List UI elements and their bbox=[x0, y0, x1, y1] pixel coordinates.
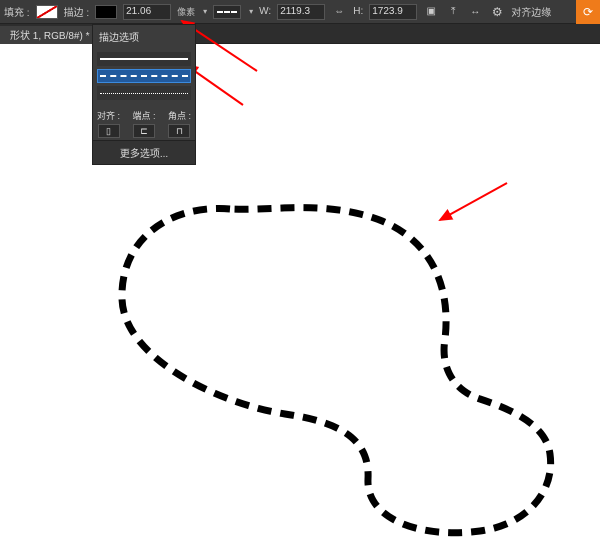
stroke-options-controls: 对齐 : ▯ 端点 : ⊏ 角点 : ⊓ bbox=[93, 107, 195, 140]
stroke-style-dotted[interactable] bbox=[97, 86, 191, 100]
options-toolbar: 填充 : 描边 : 像素 ▾ ▾ W: ⇔ H: ▣ ⤒ ↔ ⚙ 对齐边缘 ⟳ bbox=[0, 0, 600, 24]
stroke-width-dropdown-icon[interactable]: ▾ bbox=[203, 7, 207, 16]
stroke-align-button[interactable]: ▯ bbox=[98, 124, 120, 138]
dashed-shape[interactable] bbox=[110, 189, 570, 549]
stroke-style-dashed[interactable] bbox=[97, 69, 191, 83]
width-label: W: bbox=[259, 6, 271, 17]
stroke-style-dropdown-icon[interactable]: ▾ bbox=[249, 7, 253, 16]
stroke-caps-button[interactable]: ⊏ bbox=[133, 124, 155, 138]
more-options-button[interactable]: 更多选项... bbox=[93, 140, 195, 164]
document-tab-label: 形状 1, RGB/8#) * bbox=[10, 27, 89, 42]
stroke-align-label: 对齐 : bbox=[97, 109, 120, 122]
stroke-style-list bbox=[93, 48, 195, 107]
stroke-style-solid[interactable] bbox=[97, 52, 191, 66]
arrange-icon[interactable]: ↔ bbox=[467, 4, 483, 20]
gear-icon[interactable]: ⚙ bbox=[489, 4, 505, 20]
fill-swatch[interactable] bbox=[36, 5, 58, 19]
align-edges-label[interactable]: 对齐边缘 bbox=[511, 4, 551, 19]
height-input[interactable] bbox=[369, 4, 417, 20]
width-input[interactable] bbox=[277, 4, 325, 20]
document-tab-bar: 形状 1, RGB/8#) * × bbox=[0, 24, 600, 44]
height-label: H: bbox=[353, 6, 363, 17]
stroke-swatch[interactable] bbox=[95, 5, 117, 19]
stroke-caps-label: 端点 : bbox=[132, 109, 155, 122]
stroke-corners-button[interactable]: ⊓ bbox=[168, 124, 190, 138]
stroke-options-title: 描边选项 bbox=[93, 25, 195, 48]
stroke-options-panel: 描边选项 对齐 : ▯ 端点 : ⊏ 角点 : ⊓ 更多选项... bbox=[92, 24, 196, 165]
align-icon[interactable]: ⤒ bbox=[445, 4, 461, 20]
overlay-toggle-icon[interactable]: ⟳ bbox=[576, 0, 600, 24]
stroke-width-input[interactable] bbox=[123, 4, 171, 20]
stroke-corners-label: 角点 : bbox=[168, 109, 191, 122]
path-ops-icon[interactable]: ▣ bbox=[423, 4, 439, 20]
fill-label: 填充 : bbox=[4, 4, 30, 19]
stroke-style-button[interactable] bbox=[213, 5, 241, 19]
stroke-unit: 像素 bbox=[177, 5, 195, 18]
stroke-label: 描边 : bbox=[64, 4, 90, 19]
link-wh-icon[interactable]: ⇔ bbox=[331, 4, 347, 20]
canvas[interactable] bbox=[0, 44, 600, 505]
